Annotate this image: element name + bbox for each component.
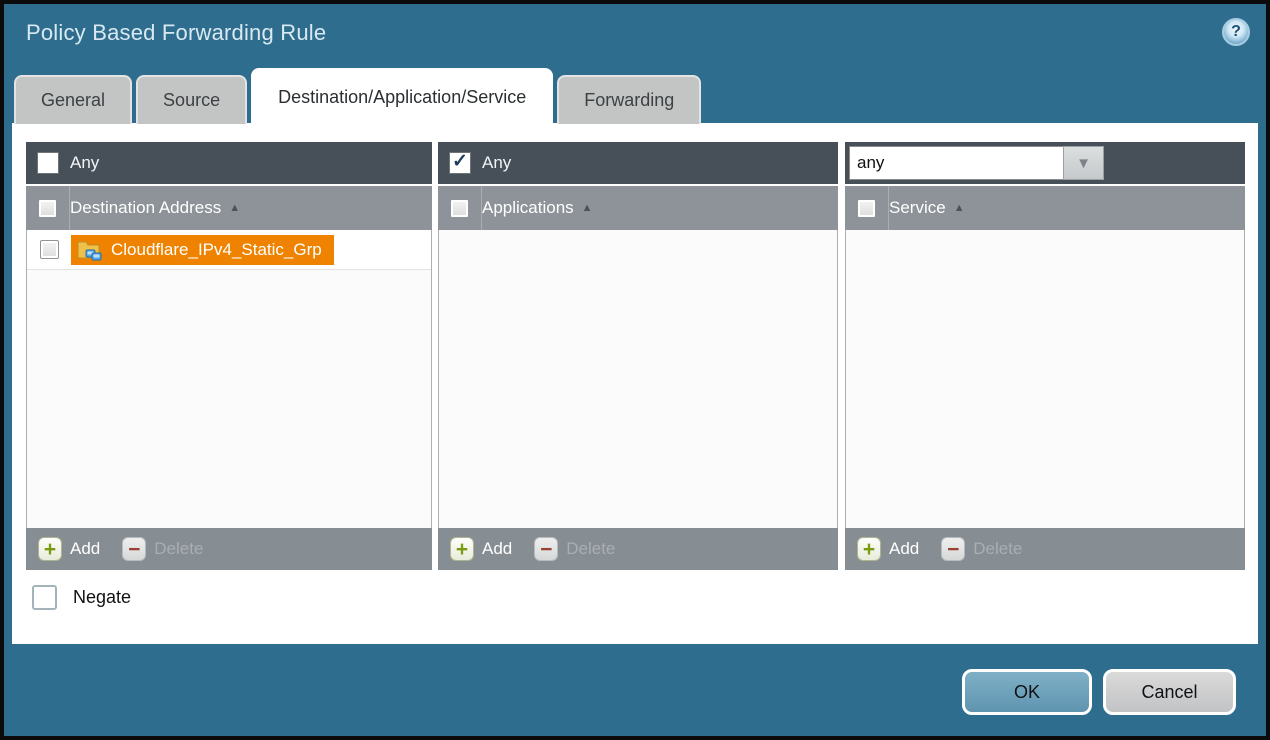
sort-ascending-icon: ▲ [954, 202, 965, 214]
service-column-header[interactable]: Service ▲ [845, 186, 1245, 230]
negate-label: Negate [73, 587, 131, 608]
service-select-all-checkbox[interactable] [857, 199, 876, 218]
destination-row-entry[interactable]: Cloudflare_IPv4_Static_Grp [71, 235, 334, 265]
destination-any-checkbox[interactable] [37, 152, 59, 174]
sort-ascending-icon: ▲ [229, 202, 240, 214]
add-icon: + [38, 537, 62, 561]
policy-based-forwarding-rule-dialog: Policy Based Forwarding Rule ? General S… [0, 0, 1270, 740]
help-icon[interactable]: ? [1222, 18, 1250, 46]
destination-delete-button[interactable]: − Delete [122, 537, 203, 561]
tab-source[interactable]: Source [136, 75, 247, 124]
delete-icon: − [941, 537, 965, 561]
negate-option: Negate [32, 585, 131, 610]
destination-row-checkbox[interactable] [40, 240, 59, 259]
cancel-button[interactable]: Cancel [1103, 669, 1236, 715]
address-group-icon [77, 238, 103, 261]
applications-any-row: ✓ Any [438, 142, 838, 184]
service-column: ▼ Service ▲ + Add − Delete [845, 142, 1245, 570]
applications-header-label: Applications [482, 198, 574, 218]
destination-any-label: Any [70, 153, 99, 173]
negate-checkbox[interactable] [32, 585, 57, 610]
applications-delete-button[interactable]: − Delete [534, 537, 615, 561]
service-list [845, 230, 1245, 528]
tab-destination-application-service[interactable]: Destination/Application/Service [251, 68, 553, 124]
service-add-button[interactable]: + Add [857, 537, 919, 561]
applications-footer: + Add − Delete [438, 528, 838, 570]
applications-select-all-checkbox[interactable] [450, 199, 469, 218]
applications-any-label: Any [482, 153, 511, 173]
dialog-title: Policy Based Forwarding Rule [26, 20, 326, 46]
tab-general[interactable]: General [14, 75, 132, 124]
destination-column-header[interactable]: Destination Address ▲ [26, 186, 432, 230]
destination-row-label: Cloudflare_IPv4_Static_Grp [111, 240, 322, 260]
destination-address-column: Any Destination Address ▲ [26, 142, 432, 570]
service-type-input[interactable] [849, 146, 1063, 180]
destination-select-all-checkbox[interactable] [38, 199, 57, 218]
delete-icon: − [534, 537, 558, 561]
applications-column-header[interactable]: Applications ▲ [438, 186, 838, 230]
service-footer: + Add − Delete [845, 528, 1245, 570]
tab-content-panel: Any Destination Address ▲ [12, 123, 1258, 644]
service-type-dropdown: ▼ [849, 146, 1104, 180]
add-icon: + [857, 537, 881, 561]
ok-button[interactable]: OK [962, 669, 1092, 715]
service-delete-button[interactable]: − Delete [941, 537, 1022, 561]
destination-list: Cloudflare_IPv4_Static_Grp [26, 230, 432, 528]
destination-footer: + Add − Delete [26, 528, 432, 570]
destination-add-button[interactable]: + Add [38, 537, 100, 561]
sort-ascending-icon: ▲ [582, 202, 593, 214]
add-icon: + [450, 537, 474, 561]
applications-add-button[interactable]: + Add [450, 537, 512, 561]
applications-list [438, 230, 838, 528]
destination-row: Cloudflare_IPv4_Static_Grp [27, 230, 431, 270]
chevron-down-icon[interactable]: ▼ [1063, 146, 1104, 180]
applications-column: ✓ Any Applications ▲ + Add − Delete [438, 142, 838, 570]
destination-any-row: Any [26, 142, 432, 184]
delete-icon: − [122, 537, 146, 561]
destination-header-label: Destination Address [70, 198, 221, 218]
service-header-label: Service [889, 198, 946, 218]
service-any-row: ▼ [845, 142, 1245, 184]
applications-any-checkbox[interactable]: ✓ [449, 152, 471, 174]
checkmark-icon: ✓ [452, 152, 468, 171]
tab-forwarding[interactable]: Forwarding [557, 75, 701, 124]
tab-bar: General Source Destination/Application/S… [14, 69, 705, 124]
